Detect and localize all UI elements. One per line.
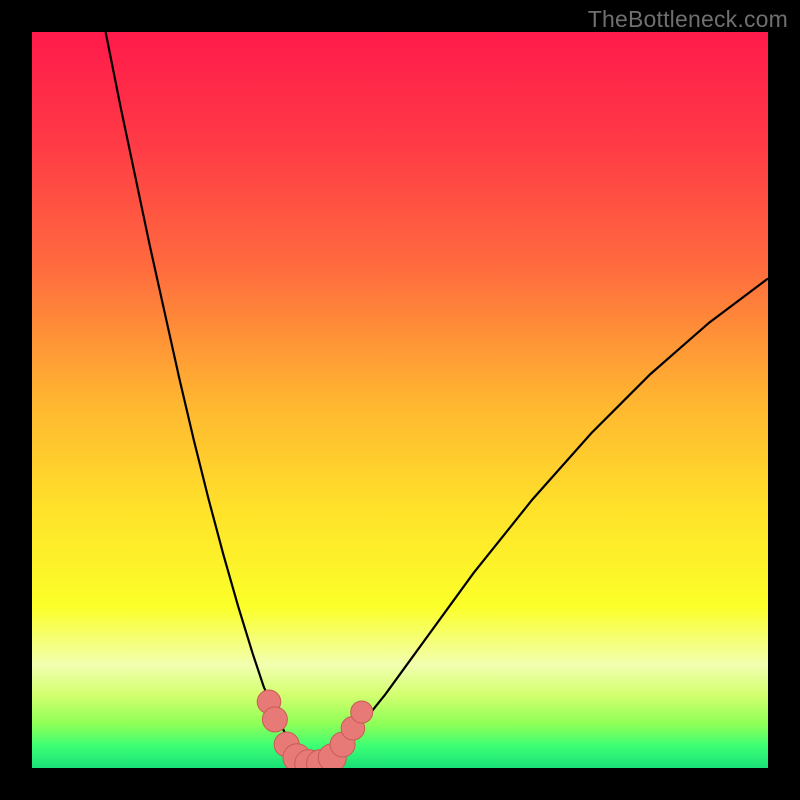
plot-area	[32, 32, 768, 768]
marker-point	[262, 707, 287, 732]
watermark-text: TheBottleneck.com	[588, 6, 788, 33]
chart-frame: TheBottleneck.com	[0, 0, 800, 800]
marker-point	[351, 701, 373, 723]
chart-svg	[32, 32, 768, 768]
gradient-background	[32, 32, 768, 768]
